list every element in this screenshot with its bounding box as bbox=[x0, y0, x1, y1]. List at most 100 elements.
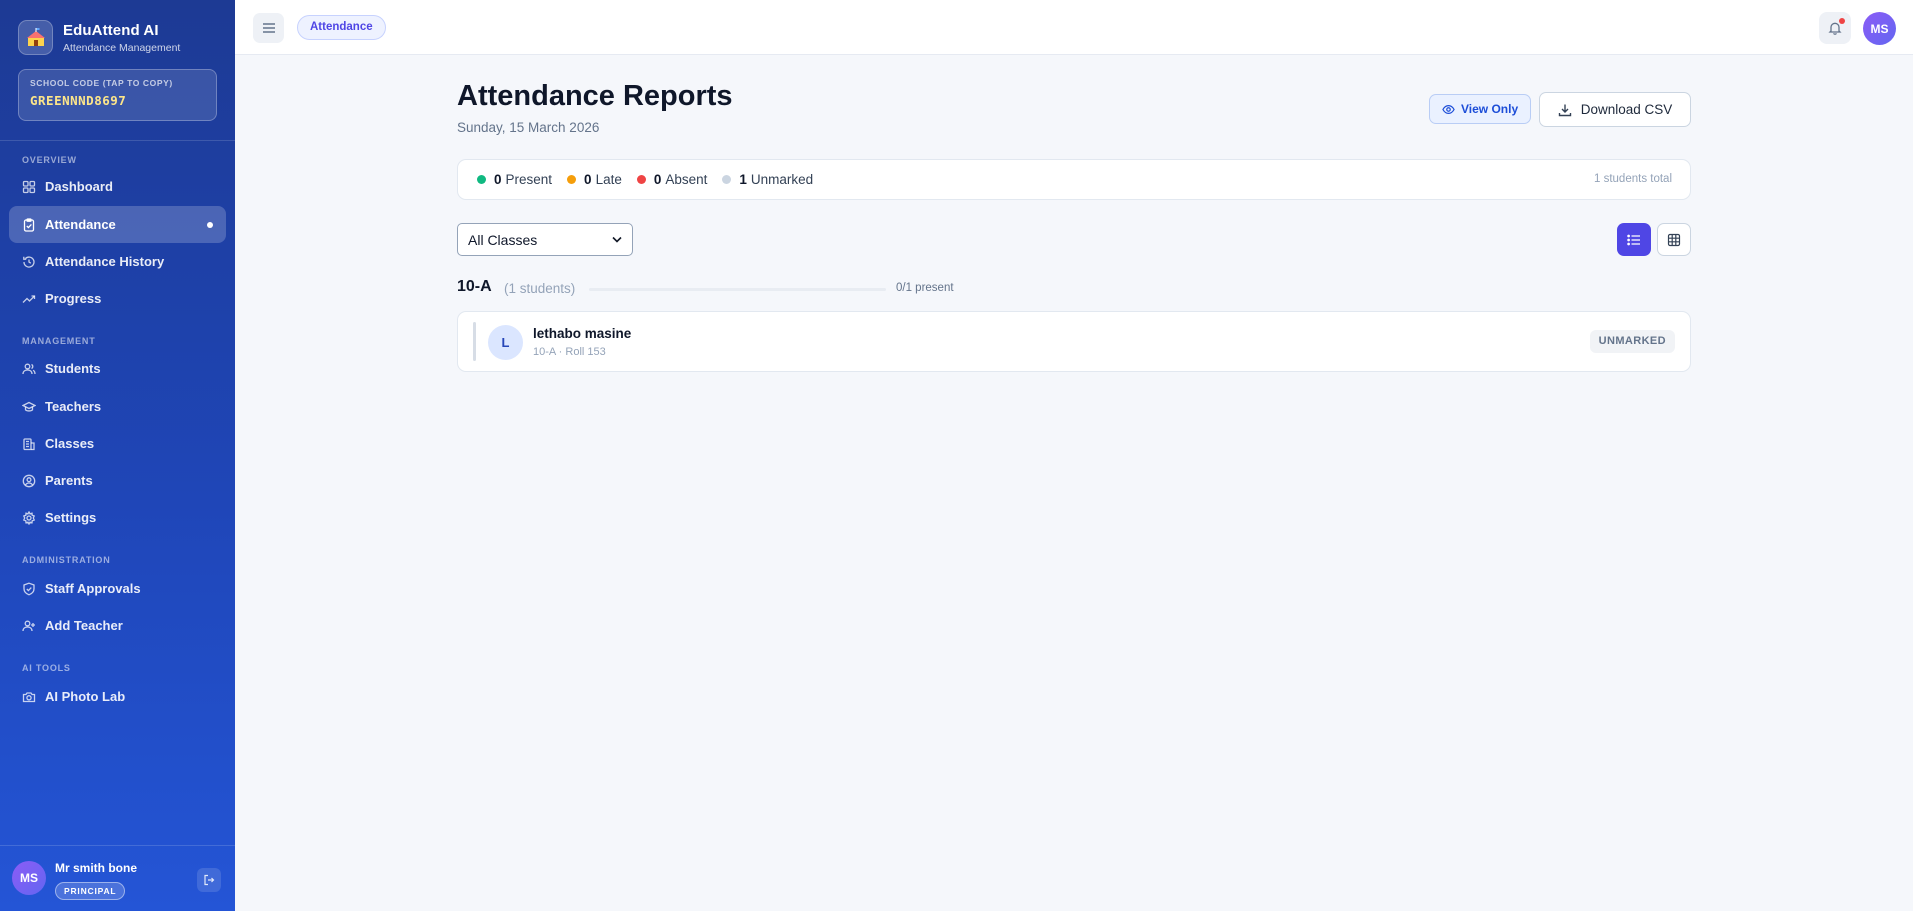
stat-label: Unmarked bbox=[750, 172, 814, 187]
school-code-copy[interactable]: SCHOOL CODE (TAP TO COPY) GREENNND8697 bbox=[18, 69, 217, 121]
sidebar-item-ai-photo-lab[interactable]: AI Photo Lab bbox=[9, 678, 226, 715]
clipboard-check-icon bbox=[23, 217, 35, 232]
logout-button[interactable] bbox=[197, 868, 221, 892]
chevron-down-icon bbox=[612, 236, 622, 243]
section-label-management: MANAGEMENT bbox=[22, 336, 96, 346]
class-group-count: (1 students) bbox=[504, 281, 576, 296]
grid-view-toggle[interactable] bbox=[1657, 223, 1691, 256]
view-only-label: View Only bbox=[1461, 102, 1519, 116]
app-name: EduAttend AI bbox=[63, 21, 159, 39]
stat-count: 0 bbox=[653, 172, 662, 187]
student-meta: 10-A · Roll 153 bbox=[533, 346, 606, 358]
active-indicator-dot bbox=[207, 222, 213, 228]
user-profile: MS Mr smith bone PRINCIPAL bbox=[0, 845, 235, 911]
sidebar-item-label: Progress bbox=[45, 291, 102, 306]
user-plus-icon bbox=[22, 620, 35, 631]
page-title: Attendance Reports bbox=[457, 80, 733, 112]
sidebar-item-classes[interactable]: Classes bbox=[9, 425, 226, 462]
list-icon bbox=[1627, 234, 1640, 245]
view-only-badge[interactable]: View Only bbox=[1429, 94, 1532, 124]
eye-icon bbox=[1442, 104, 1455, 114]
class-filter-select[interactable]: All Classes bbox=[457, 223, 633, 256]
download-csv-button[interactable]: Download CSV bbox=[1539, 92, 1691, 127]
sidebar-item-label: Settings bbox=[45, 510, 97, 525]
hamburger-icon bbox=[262, 23, 275, 33]
avatar[interactable]: MS bbox=[12, 861, 46, 895]
sidebar-item-label: Classes bbox=[45, 436, 95, 451]
sidebar-item-progress[interactable]: Progress bbox=[9, 280, 226, 317]
sidebar-item-label: Attendance bbox=[45, 217, 116, 232]
sidebar-item-parents[interactable]: Parents bbox=[9, 462, 226, 499]
class-present-count: 0/1 present bbox=[896, 282, 954, 294]
students-total: 1 students total bbox=[1594, 173, 1672, 185]
attendance-summary: 0 Present 0 Late 0 Absent 1 Unmarked 1 s… bbox=[457, 159, 1691, 200]
sidebar: EduAttend AI Attendance Management SCHOO… bbox=[0, 0, 235, 911]
download-csv-label: Download CSV bbox=[1580, 102, 1673, 117]
sidebar-item-staff-approvals[interactable]: Staff Approvals bbox=[9, 570, 226, 607]
brand: EduAttend AI Attendance Management bbox=[18, 20, 180, 55]
trending-up-icon bbox=[22, 294, 36, 303]
stat-present: 0 Present bbox=[477, 172, 552, 187]
topbar: Attendance MS bbox=[235, 0, 1913, 55]
late-dot-icon bbox=[567, 175, 577, 184]
stat-count: 0 bbox=[584, 172, 592, 187]
section-label-overview: OVERVIEW bbox=[22, 155, 77, 165]
school-code-label: SCHOOL CODE (TAP TO COPY) bbox=[30, 78, 173, 88]
sidebar-item-label: Teachers bbox=[45, 399, 102, 414]
class-filter-value: All Classes bbox=[468, 231, 538, 248]
sidebar-item-label: Add Teacher bbox=[45, 618, 123, 633]
camera-icon bbox=[22, 691, 36, 702]
stat-label: Present bbox=[505, 172, 553, 187]
sidebar-item-add-teacher[interactable]: Add Teacher bbox=[9, 607, 226, 644]
sidebar-item-label: Dashboard bbox=[45, 179, 113, 194]
stat-unmarked: 1 Unmarked bbox=[722, 172, 813, 187]
sidebar-item-settings[interactable]: Settings bbox=[9, 499, 226, 536]
stat-label: Late bbox=[595, 172, 622, 187]
role-badge: PRINCIPAL bbox=[55, 882, 126, 900]
menu-toggle-button[interactable] bbox=[253, 13, 284, 43]
class-group-name: 10-A bbox=[457, 278, 492, 295]
download-icon bbox=[1558, 104, 1571, 116]
list-item[interactable]: L lethabo masine 10-A · Roll 153 UNMARKE… bbox=[457, 311, 1691, 372]
sidebar-item-label: AI Photo Lab bbox=[45, 689, 126, 704]
user-name: Mr smith bone bbox=[55, 861, 138, 875]
avatar[interactable]: MS bbox=[1863, 12, 1896, 45]
school-logo-icon bbox=[18, 20, 53, 55]
gear-icon bbox=[22, 510, 36, 525]
page-date: Sunday, 15 March 2026 bbox=[457, 120, 600, 135]
sidebar-item-teachers[interactable]: Teachers bbox=[9, 388, 226, 425]
sidebar-item-attendance-history[interactable]: Attendance History bbox=[9, 243, 226, 280]
sidebar-item-attendance[interactable]: Attendance bbox=[9, 206, 226, 243]
stat-absent: 0 Absent bbox=[636, 172, 708, 187]
graduation-cap-icon bbox=[22, 401, 36, 412]
breadcrumb[interactable]: Attendance bbox=[297, 15, 386, 40]
notifications-button[interactable] bbox=[1819, 12, 1851, 44]
present-dot-icon bbox=[477, 175, 486, 184]
grid-icon bbox=[22, 180, 36, 193]
status-badge: UNMARKED bbox=[1589, 330, 1675, 353]
sidebar-item-label: Parents bbox=[45, 473, 93, 488]
list-view-toggle[interactable] bbox=[1617, 223, 1651, 256]
class-progress-bar bbox=[589, 288, 886, 291]
student-name: lethabo masine bbox=[533, 326, 632, 341]
section-label-administration: ADMINISTRATION bbox=[22, 555, 111, 565]
sidebar-item-students[interactable]: Students bbox=[9, 350, 226, 387]
sidebar-item-label: Attendance History bbox=[45, 254, 165, 269]
unmarked-dot-icon bbox=[722, 175, 732, 184]
sidebar-item-dashboard[interactable]: Dashboard bbox=[9, 168, 226, 205]
notification-dot bbox=[1839, 18, 1845, 24]
sidebar-item-label: Students bbox=[45, 361, 101, 376]
student-avatar: L bbox=[488, 325, 523, 360]
building-icon bbox=[23, 437, 35, 450]
stat-late: 0 Late bbox=[567, 172, 622, 187]
stat-count: 0 bbox=[494, 172, 502, 187]
shield-check-icon bbox=[23, 582, 35, 595]
stat-count: 1 bbox=[739, 172, 747, 187]
logout-icon bbox=[204, 874, 215, 886]
stat-label: Absent bbox=[665, 172, 708, 187]
status-accent-bar bbox=[473, 322, 476, 361]
absent-dot-icon bbox=[636, 175, 646, 184]
user-circle-icon bbox=[22, 474, 36, 487]
school-code-value: GREENNND8697 bbox=[30, 93, 127, 108]
users-icon bbox=[22, 363, 36, 374]
